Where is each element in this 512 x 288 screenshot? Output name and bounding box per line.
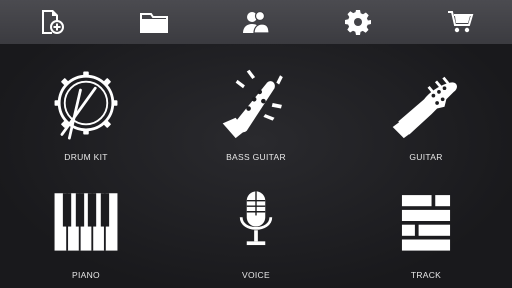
track-label: TRACK: [410, 270, 442, 280]
instrument-grid: DRUM KIT BASS GUITAR GUITAR PIANO VOICE …: [0, 44, 512, 288]
drum-kit-icon: [54, 71, 118, 140]
guitar-label: GUITAR: [409, 152, 443, 162]
open-folder-button[interactable]: [134, 2, 174, 42]
community-button[interactable]: [236, 2, 276, 42]
piano-icon: [54, 193, 118, 251]
drum-kit-label: DRUM KIT: [64, 152, 108, 162]
piano-tile[interactable]: PIANO: [11, 170, 161, 280]
drum-kit-tile[interactable]: DRUM KIT: [11, 52, 161, 162]
guitar-tile[interactable]: GUITAR: [351, 52, 501, 162]
new-file-icon: [42, 10, 65, 34]
store-button[interactable]: [441, 2, 481, 42]
folder-icon: [139, 13, 168, 33]
piano-label: PIANO: [72, 270, 100, 280]
guitar-icon: [392, 76, 457, 139]
bass-guitar-label: BASS GUITAR: [226, 152, 286, 162]
settings-button[interactable]: [338, 2, 378, 42]
bass-guitar-icon: [222, 69, 283, 139]
bass-guitar-tile[interactable]: BASS GUITAR: [181, 52, 331, 162]
microphone-icon: [239, 191, 273, 246]
gear-icon: [345, 10, 372, 35]
users-icon: [242, 10, 270, 34]
cart-icon: [447, 11, 474, 33]
voice-tile[interactable]: VOICE: [181, 170, 331, 280]
track-tile[interactable]: TRACK: [351, 170, 501, 280]
voice-label: VOICE: [242, 270, 270, 280]
top-toolbar: [0, 0, 512, 44]
track-icon: [401, 195, 451, 251]
new-file-button[interactable]: [31, 2, 71, 42]
